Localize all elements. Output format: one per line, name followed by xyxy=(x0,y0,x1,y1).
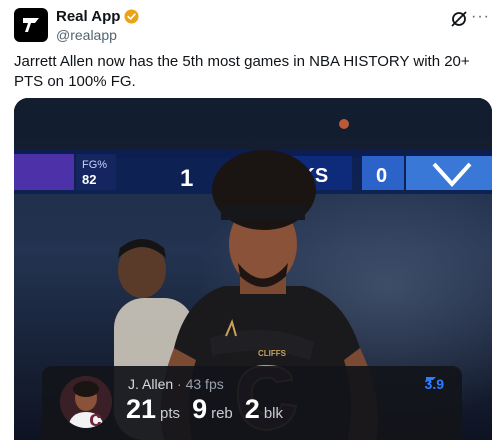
app-logo-avatar[interactable] xyxy=(14,8,48,42)
scoreboard-left-top: FG% xyxy=(82,159,107,171)
rebounds-label: reb xyxy=(211,405,233,422)
tweet-header: Real App @realapp ··· xyxy=(14,8,490,44)
statline: 21 pts 9 reb 2 blk xyxy=(126,394,295,425)
grok-icon[interactable] xyxy=(450,10,468,28)
stat-card: J. Allen · 43 fps 3.9 21 pts 9 reb 2 blk xyxy=(42,366,462,440)
display-name[interactable]: Real App xyxy=(56,8,120,25)
player-headshot-image xyxy=(60,376,112,428)
points-value: 21 xyxy=(126,394,157,424)
scoreboard-left-bottom: 82 xyxy=(82,172,96,187)
tweet-media-image[interactable]: FG% 82 1 CKS 0 CLIFFS xyxy=(14,98,492,440)
display-name-row[interactable]: Real App xyxy=(56,8,139,25)
separator-dot: · xyxy=(177,376,182,392)
logo-icon xyxy=(23,18,39,32)
player-headshot xyxy=(60,376,112,428)
blocks-value: 2 xyxy=(244,394,260,424)
player-name: J. Allen xyxy=(128,376,174,392)
blocks-label: blk xyxy=(263,405,283,422)
rating-badge: 3.9 xyxy=(425,376,444,392)
fps-value: 43 fps xyxy=(185,376,224,392)
rating-logo-icon xyxy=(425,377,436,385)
tweet-text: Jarrett Allen now has the 5th most games… xyxy=(14,53,470,90)
player-line: J. Allen · 43 fps xyxy=(128,376,224,392)
verified-badge-icon xyxy=(124,9,139,24)
user-handle[interactable]: @realapp xyxy=(56,27,139,43)
scoreboard-quarter-score: 1 xyxy=(180,165,193,192)
scoreboard-team-score: 0 xyxy=(376,165,387,187)
rebounds-value: 9 xyxy=(192,394,208,424)
more-options-icon[interactable]: ··· xyxy=(471,8,490,26)
points-label: pts xyxy=(160,405,181,422)
jersey-text: CLIFFS xyxy=(258,349,287,358)
